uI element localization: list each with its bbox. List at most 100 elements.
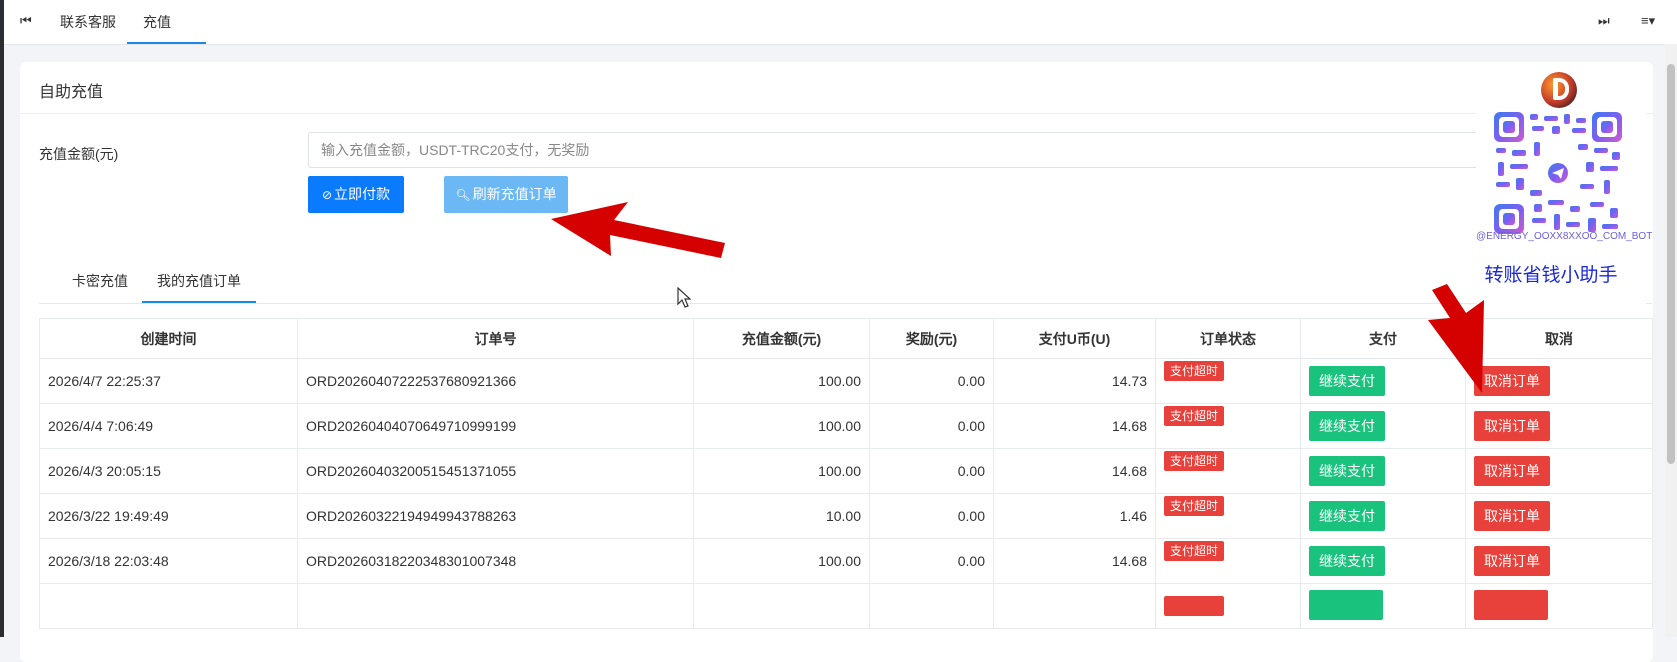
continue-pay-button[interactable]: 继续支付 <box>1309 456 1385 486</box>
refresh-orders-label: 刷新充值订单 <box>472 186 557 202</box>
reward: 0.00 <box>869 403 994 449</box>
pay-cell: 继续支付 <box>1300 448 1466 494</box>
order-number <box>297 583 694 629</box>
amount: 10.00 <box>693 493 870 539</box>
cancel-cell: 取消订单 <box>1465 403 1653 449</box>
cancel-order-button[interactable]: 取消订单 <box>1474 546 1550 576</box>
status-badge: 支付超时 <box>1164 406 1225 426</box>
amount: 100.00 <box>693 448 870 494</box>
amount: 100.00 <box>693 538 870 584</box>
status-cell: 支付超时 <box>1155 538 1301 584</box>
table-row: 2026/4/7 22:25:37 ORD2026040722253768092… <box>39 358 1653 404</box>
continue-pay-button[interactable] <box>1309 589 1383 620</box>
cancel-order-button[interactable]: 取消订单 <box>1474 411 1550 441</box>
status-cell: 支付超时 <box>1155 493 1301 539</box>
created-time: 2026/4/3 20:05:15 <box>39 448 298 494</box>
pay-cell: 继续支付 <box>1300 358 1466 404</box>
table-header-row: 创建时间 订单号 充值金额(元) 奖励(元) 支付U币(U) 订单状态 支付 取… <box>39 318 1653 359</box>
pay-now-label: 立即付款 <box>334 186 391 202</box>
usdt-amount: 14.73 <box>993 358 1156 404</box>
subtab-card-recharge[interactable]: 卡密充值 <box>57 260 143 303</box>
usdt-amount: 14.68 <box>993 403 1156 449</box>
reward: 0.00 <box>869 448 994 494</box>
header-status: 订单状态 <box>1155 318 1301 359</box>
scrollbar-thumb[interactable] <box>1667 64 1675 464</box>
reward: 0.00 <box>869 358 994 404</box>
usdt-amount: 14.68 <box>993 538 1156 584</box>
usdt-amount <box>993 583 1156 629</box>
subtab-label: 卡密充值 <box>72 273 128 289</box>
tab-bar: ⏮ 联系客服 充值× ⏭ ≡▾ <box>4 0 1677 74</box>
continue-pay-button[interactable]: 继续支付 <box>1309 411 1385 441</box>
status-cell: 支付超时 <box>1155 403 1301 449</box>
tab-label: 联系客服 <box>60 14 116 30</box>
subtab-label: 我的充值订单 <box>157 273 241 289</box>
header-amount: 充值金额(元) <box>693 318 870 359</box>
recharge-card: 自助充值 充值金额(元) ⊘立即付款 🔍︎刷新充值订单 卡密充值 我的充值订单 … <box>20 62 1653 662</box>
pay-cell: 继续支付 <box>1300 403 1466 449</box>
amount-label: 充值金额(元) <box>39 146 119 162</box>
tab-recharge[interactable]: 充值× <box>127 0 206 74</box>
cancel-cell: 取消订单 <box>1465 538 1653 584</box>
mouse-cursor-icon <box>677 287 691 308</box>
continue-pay-button[interactable]: 继续支付 <box>1309 501 1385 531</box>
menu-icon[interactable]: ≡▾ <box>1641 13 1655 29</box>
header-order-no: 订单号 <box>297 318 694 359</box>
cancel-order-button[interactable]: 取消订单 <box>1474 501 1550 531</box>
check-circle-icon: ⊘ <box>321 188 333 202</box>
reward <box>869 583 994 629</box>
pay-cell: 继续支付 <box>1300 538 1466 584</box>
card-title: 自助充值 <box>39 84 104 101</box>
orders-table: 创建时间 订单号 充值金额(元) 奖励(元) 支付U币(U) 订单状态 支付 取… <box>39 318 1653 629</box>
helper-title: 转账省钱小助手 <box>1484 265 1618 286</box>
cancel-cell: 取消订单 <box>1465 448 1653 494</box>
continue-pay-button[interactable]: 继续支付 <box>1309 546 1385 576</box>
cancel-cell: 取消订单 <box>1465 358 1653 404</box>
cancel-order-button[interactable]: 取消订单 <box>1474 456 1550 486</box>
vertical-scrollbar[interactable] <box>1665 44 1677 637</box>
table-row: 2026/3/22 19:49:49 ORD202603221949499437… <box>39 493 1653 539</box>
cancel-cell <box>1465 583 1653 629</box>
created-time: 2026/4/4 7:06:49 <box>39 403 298 449</box>
cancel-order-button[interactable] <box>1474 589 1548 620</box>
order-number: ORD20260404070649710999199 <box>297 403 694 449</box>
table-row: 2026/4/3 20:05:15 ORD2026040320051545137… <box>39 448 1653 494</box>
status-badge: 支付超时 <box>1164 361 1225 381</box>
table-row: 2026/3/18 22:03:48 ORD202603182203483010… <box>39 538 1653 584</box>
status-badge: 支付超时 <box>1164 541 1225 561</box>
refresh-orders-button[interactable]: 🔍︎ 刷新充值订单 <box>444 176 568 213</box>
status-badge <box>1164 596 1224 616</box>
search-icon: 🔍︎ <box>455 188 471 202</box>
first-page-icon[interactable]: ⏮ <box>20 13 32 29</box>
order-number: ORD20260407222537680921366 <box>297 358 694 404</box>
order-number: ORD20260322194949943788263 <box>297 493 694 539</box>
cancel-order-button[interactable]: 取消订单 <box>1474 366 1550 396</box>
tab-label: 充值 <box>143 14 171 30</box>
usdt-amount: 14.68 <box>993 448 1156 494</box>
last-page-icon[interactable]: ⏭ <box>1598 13 1610 29</box>
status-badge: 支付超时 <box>1164 496 1225 516</box>
left-sidebar-edge <box>0 0 4 637</box>
status-cell: 支付超时 <box>1155 358 1301 404</box>
status-cell <box>1155 583 1301 629</box>
table-row <box>39 583 1653 629</box>
header-created-time: 创建时间 <box>39 318 298 359</box>
reward: 0.00 <box>869 538 994 584</box>
bot-name-text: @ENERGY_OOXX8XXOO_COM_BOT <box>1476 231 1653 242</box>
order-number: ORD20260318220348301007348 <box>297 538 694 584</box>
created-time: 2026/3/22 19:49:49 <box>39 493 298 539</box>
continue-pay-button[interactable]: 继续支付 <box>1309 366 1385 396</box>
amount: 100.00 <box>693 403 870 449</box>
qr-code-icon <box>1494 112 1622 234</box>
amount <box>693 583 870 629</box>
created-time: 2026/4/7 22:25:37 <box>39 358 298 404</box>
usdt-amount: 1.46 <box>993 493 1156 539</box>
created-time: 2026/3/18 22:03:48 <box>39 538 298 584</box>
order-number: ORD20260403200515451371055 <box>297 448 694 494</box>
tab-contact-support[interactable]: 联系客服 <box>44 0 132 44</box>
amount-input[interactable] <box>308 132 1508 168</box>
pay-now-button[interactable]: ⊘ 立即付款 <box>308 176 404 213</box>
header-usdt: 支付U币(U) <box>993 318 1156 359</box>
subtab-my-orders[interactable]: 我的充值订单 <box>142 260 256 303</box>
header-reward: 奖励(元) <box>869 318 994 359</box>
